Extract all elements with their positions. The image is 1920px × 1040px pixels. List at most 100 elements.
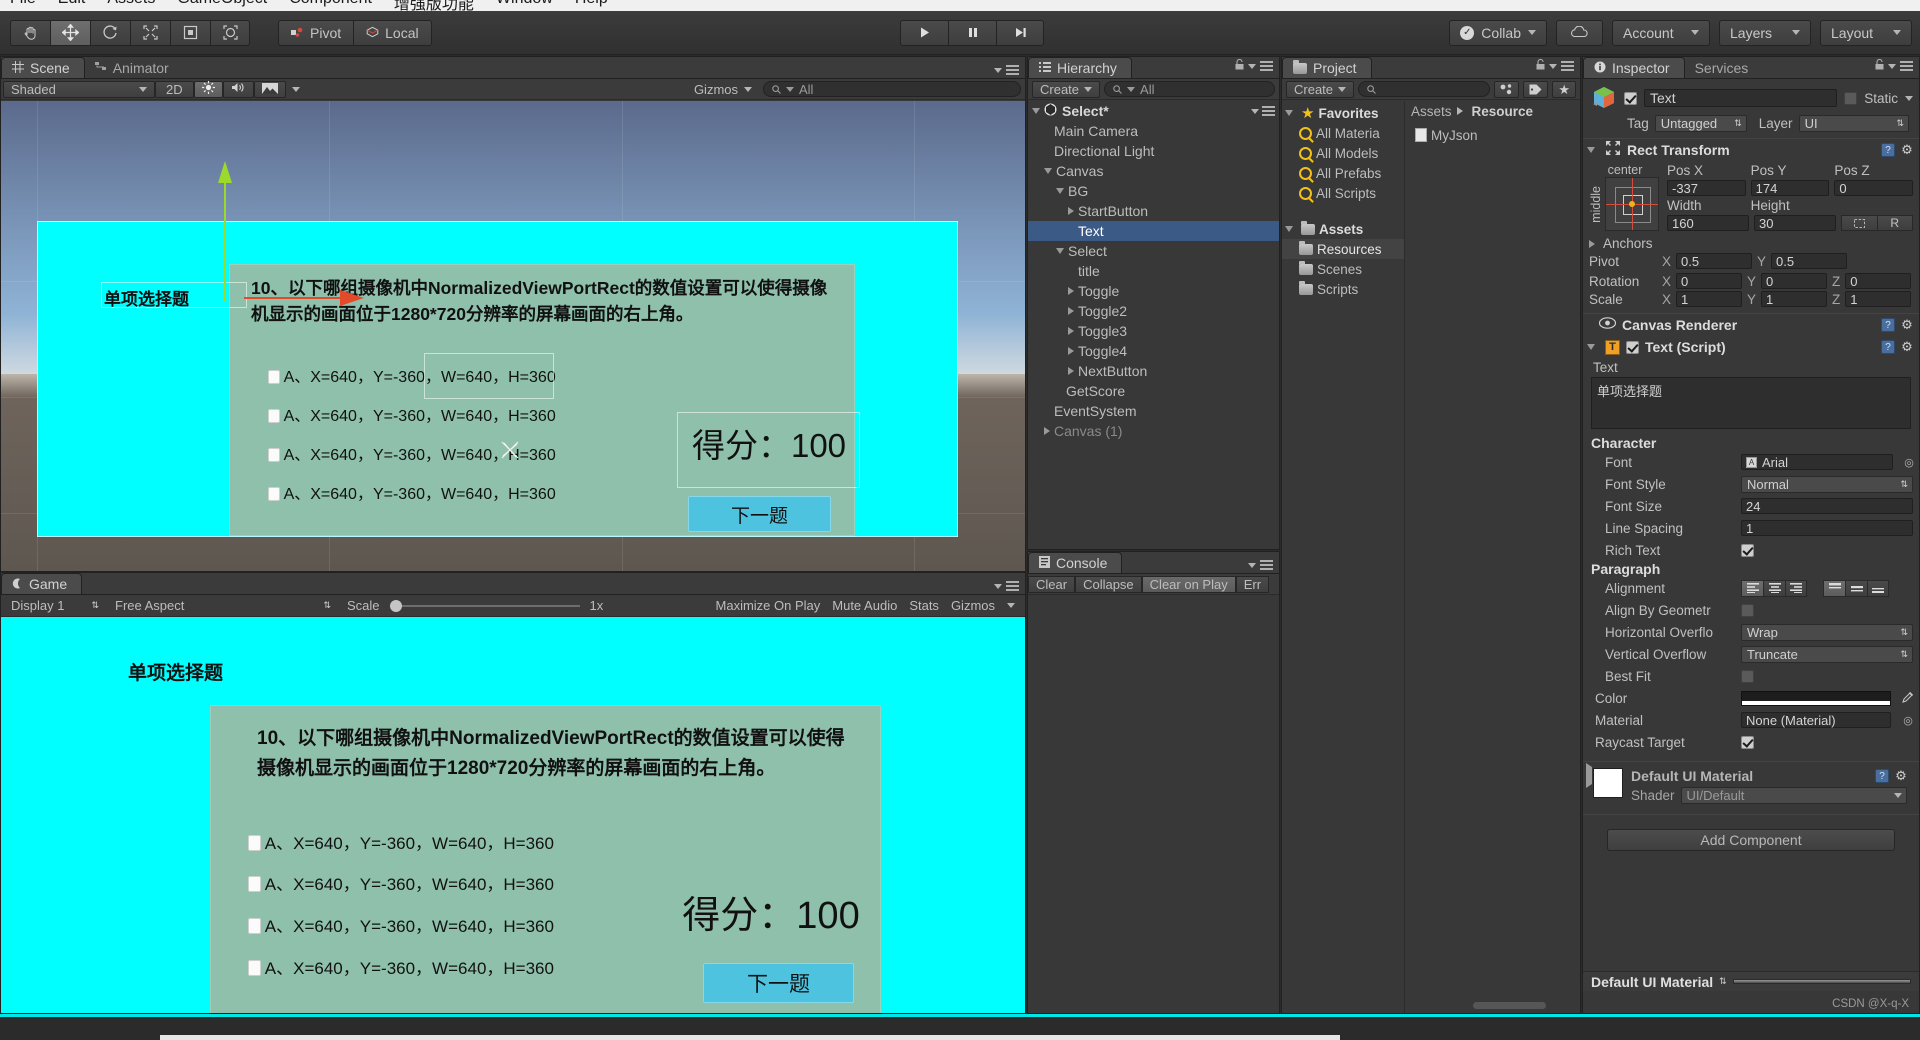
scene-option-4[interactable]: A、X=640，Y=-360，W=640，H=360 bbox=[268, 480, 556, 504]
best-fit-checkbox[interactable] bbox=[1741, 669, 1754, 683]
scale-slider-handle[interactable] bbox=[389, 599, 402, 612]
hierarchy-item-directional-light[interactable]: Directional Light bbox=[1028, 141, 1279, 161]
scale-slider[interactable] bbox=[389, 599, 580, 612]
option-checkbox[interactable] bbox=[268, 487, 280, 501]
vertical-overflow-dropdown[interactable]: Truncate ⇅ bbox=[1741, 645, 1913, 663]
raycast-target-checkbox[interactable] bbox=[1741, 735, 1754, 749]
font-size-field[interactable]: 24 bbox=[1741, 498, 1913, 514]
menu-item-3[interactable]: GameObject bbox=[177, 0, 267, 11]
move-tool-button[interactable] bbox=[50, 19, 90, 46]
pivot-toggle-button[interactable]: Pivot bbox=[278, 19, 354, 46]
menu-item-4[interactable]: Component bbox=[289, 0, 372, 11]
font-object-field[interactable]: A Arial bbox=[1741, 454, 1893, 470]
aspect-dropdown[interactable]: Free Aspect ⇅ bbox=[109, 597, 337, 614]
gizmos-dropdown[interactable]: Gizmos bbox=[688, 81, 758, 98]
material-object-field[interactable]: None (Material) bbox=[1741, 712, 1891, 728]
local-toggle-button[interactable]: Local bbox=[353, 19, 432, 46]
chevron-down-icon[interactable] bbox=[1044, 168, 1052, 174]
hierarchy-search-input[interactable]: All bbox=[1104, 81, 1275, 97]
add-component-button[interactable]: Add Component bbox=[1607, 829, 1895, 851]
hand-tool-button[interactable] bbox=[10, 19, 50, 46]
hierarchy-item-startbutton[interactable]: StartButton bbox=[1028, 201, 1279, 221]
align-right-button[interactable] bbox=[1785, 579, 1807, 597]
gear-icon[interactable]: ⚙ bbox=[1900, 318, 1914, 332]
chevron-down-icon[interactable] bbox=[1285, 226, 1293, 232]
text-script-header[interactable]: T Text (Script) ? ⚙ bbox=[1583, 336, 1919, 358]
option-checkbox[interactable] bbox=[248, 876, 261, 892]
object-active-checkbox[interactable] bbox=[1624, 91, 1637, 105]
console-log-area[interactable] bbox=[1028, 596, 1279, 1013]
lock-icon[interactable] bbox=[1875, 57, 1884, 75]
project-create-button[interactable]: Create bbox=[1286, 80, 1355, 98]
tab-animator[interactable]: Animator bbox=[85, 57, 183, 78]
option-checkbox[interactable] bbox=[268, 370, 280, 384]
display-dropdown[interactable]: Display 1 ⇅ bbox=[5, 597, 105, 614]
hierarchy-item-bg[interactable]: BG bbox=[1028, 181, 1279, 201]
scene-panel-menu[interactable] bbox=[994, 65, 1019, 75]
gear-icon[interactable]: ⚙ bbox=[1900, 340, 1914, 354]
scene-fx-button[interactable] bbox=[253, 80, 286, 98]
step-button[interactable] bbox=[996, 19, 1044, 46]
project-panel-menu[interactable] bbox=[1536, 57, 1574, 75]
tab-services[interactable]: Services bbox=[1685, 57, 1763, 78]
2d-toggle-button[interactable]: 2D bbox=[155, 80, 194, 98]
hierarchy-item-toggle4[interactable]: Toggle4 bbox=[1028, 341, 1279, 361]
chevron-right-icon[interactable] bbox=[1068, 347, 1074, 355]
rotate-tool-button[interactable] bbox=[90, 19, 130, 46]
game-gizmos-dropdown[interactable] bbox=[1001, 597, 1021, 614]
hierarchy-scene-root[interactable]: Select* bbox=[1028, 101, 1279, 121]
chevron-right-icon[interactable] bbox=[1044, 427, 1050, 435]
line-spacing-field[interactable]: 1 bbox=[1741, 520, 1913, 536]
menu-item-1[interactable]: Edit bbox=[58, 0, 86, 11]
project-favorite-all-models[interactable]: All Models bbox=[1282, 143, 1404, 163]
help-icon[interactable]: ? bbox=[1881, 318, 1895, 332]
chevron-down-icon[interactable] bbox=[1587, 147, 1595, 153]
font-style-dropdown[interactable]: Normal ⇅ bbox=[1741, 475, 1913, 493]
favorites-star-button[interactable]: ★ bbox=[1552, 80, 1576, 98]
chevron-down-icon[interactable] bbox=[1056, 188, 1064, 194]
game-next-button[interactable]: 下一题 bbox=[703, 963, 854, 1003]
project-folder-scenes[interactable]: Scenes bbox=[1282, 259, 1404, 279]
shading-mode-dropdown[interactable]: Shaded bbox=[3, 80, 155, 98]
help-icon[interactable]: ? bbox=[1875, 769, 1889, 783]
cloud-button[interactable] bbox=[1556, 19, 1603, 46]
chevron-down-icon[interactable] bbox=[1587, 344, 1595, 350]
project-tree[interactable]: ★ Favorites All Materia All Models All Pre… bbox=[1282, 101, 1405, 1013]
maximize-on-play-button[interactable]: Maximize On Play bbox=[710, 597, 827, 614]
hierarchy-item-title[interactable]: title bbox=[1028, 261, 1279, 281]
height-field[interactable]: 30 bbox=[1754, 215, 1836, 231]
taskbar-active-window[interactable] bbox=[160, 1035, 1340, 1040]
hierarchy-item-canvas[interactable]: Canvas bbox=[1028, 161, 1279, 181]
console-clear-button[interactable]: Clear bbox=[1028, 575, 1076, 593]
option-checkbox[interactable] bbox=[248, 960, 261, 976]
collab-button[interactable]: ✓ Collab bbox=[1449, 19, 1547, 46]
inspector-panel-menu[interactable] bbox=[1875, 57, 1913, 75]
option-checkbox[interactable] bbox=[248, 918, 261, 934]
tab-game[interactable]: Game bbox=[1, 573, 83, 594]
chevron-right-icon[interactable] bbox=[1068, 307, 1074, 315]
updown-arrows-icon[interactable]: ⇅ bbox=[1719, 977, 1727, 986]
scale-tool-button[interactable] bbox=[130, 19, 170, 46]
chevron-down-icon[interactable] bbox=[1032, 108, 1040, 114]
hierarchy-item-nextbutton[interactable]: NextButton bbox=[1028, 361, 1279, 381]
hierarchy-item-toggle3[interactable]: Toggle3 bbox=[1028, 321, 1279, 341]
game-option-4[interactable]: A、X=640，Y=-360，W=640，H=360 bbox=[248, 954, 554, 979]
game-gizmos-button[interactable]: Gizmos bbox=[945, 597, 1001, 614]
tab-scene[interactable]: Scene bbox=[1, 57, 85, 78]
help-icon[interactable]: ? bbox=[1881, 340, 1895, 354]
pos-y-field[interactable]: 174 bbox=[1750, 180, 1830, 196]
align-top-button[interactable] bbox=[1823, 579, 1845, 597]
console-collapse-button[interactable]: Collapse bbox=[1075, 575, 1142, 593]
option-checkbox[interactable] bbox=[248, 835, 261, 851]
lock-icon[interactable] bbox=[1536, 57, 1545, 75]
chevron-right-icon[interactable] bbox=[1068, 327, 1074, 335]
menu-item-2[interactable]: Assets bbox=[107, 0, 155, 11]
scale-y-field[interactable]: 1 bbox=[1761, 291, 1828, 307]
color-swatch[interactable] bbox=[1741, 690, 1891, 706]
scale-z-field[interactable]: 1 bbox=[1845, 291, 1912, 307]
scale-x-field[interactable]: 1 bbox=[1676, 291, 1743, 307]
layout-button[interactable]: Layout bbox=[1820, 19, 1912, 46]
rich-text-checkbox[interactable] bbox=[1741, 543, 1754, 557]
hierarchy-item-getscore[interactable]: GetScore bbox=[1028, 381, 1279, 401]
game-panel-menu[interactable] bbox=[994, 581, 1019, 591]
